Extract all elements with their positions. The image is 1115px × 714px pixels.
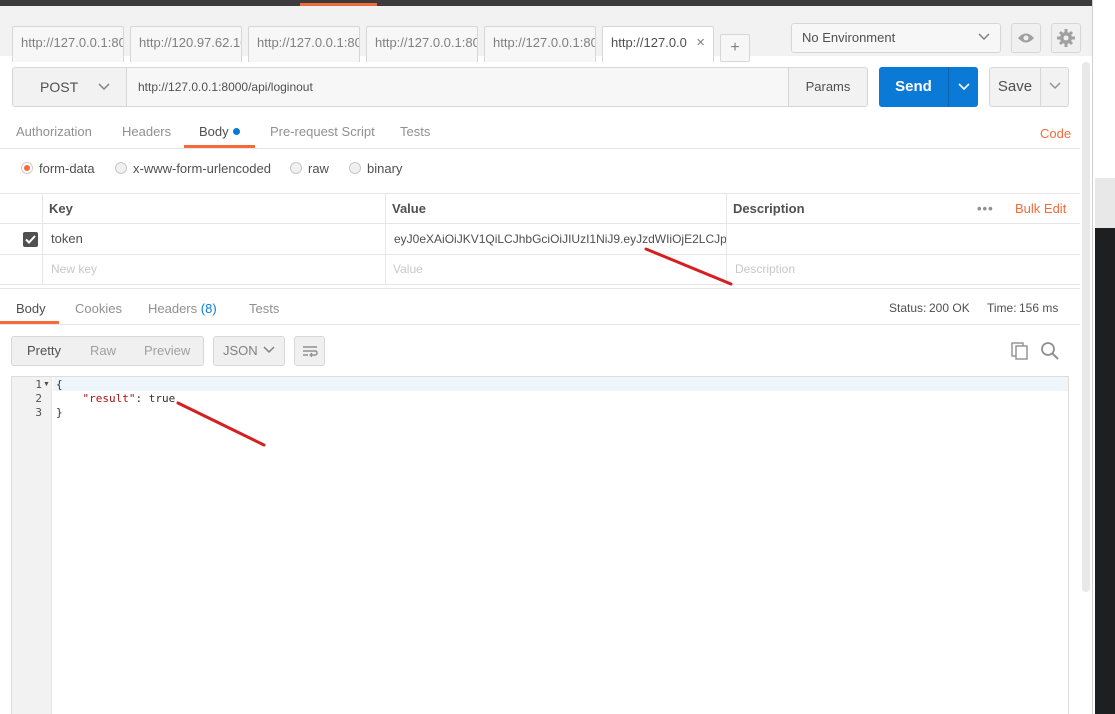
annotation-arrow-token [644, 247, 733, 286]
annotation-arrow-result [176, 401, 266, 447]
annotation-overlay [176, 247, 733, 447]
